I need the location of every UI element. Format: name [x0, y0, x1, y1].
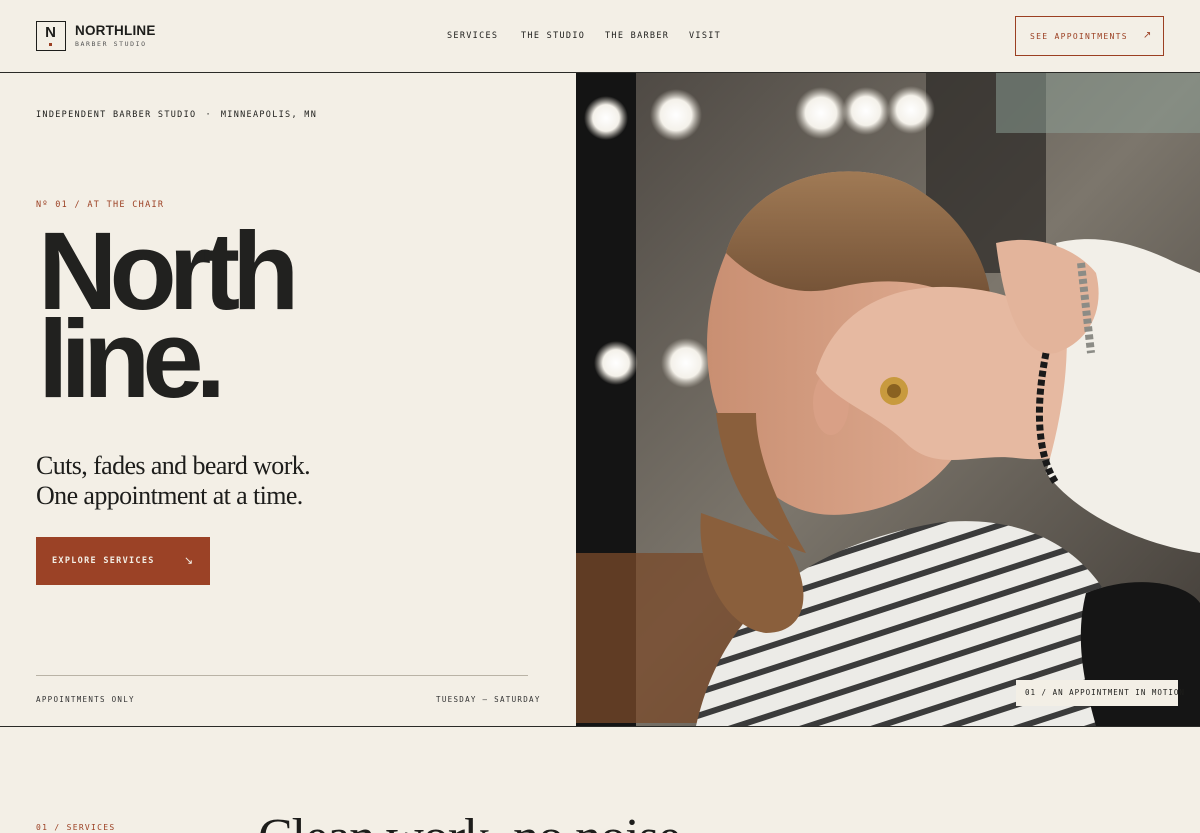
see-appointments-label: SEE APPOINTMENTS: [1030, 32, 1128, 41]
arrow-down-right-icon: ↘: [184, 555, 194, 567]
hero-photo: [576, 73, 1200, 726]
kicker-location: MINNEAPOLIS, MN: [220, 110, 318, 120]
appointments-only-note: APPOINTMENTS ONLY: [36, 695, 135, 704]
photo-caption-text: 01 / AN APPOINTMENT IN MOTION: [1025, 688, 1185, 697]
nav-link-services[interactable]: SERVICES: [447, 31, 498, 41]
hero-eyebrow: Nº 01 / AT THE CHAIR: [36, 200, 165, 210]
logo-icon[interactable]: N: [36, 21, 66, 51]
nav-link-the-barber[interactable]: THE BARBER: [605, 31, 669, 41]
site-header: N NORTHLINE BARBER STUDIO SERVICES THE S…: [0, 0, 1200, 73]
kicker-separator: ·: [205, 110, 212, 120]
opening-days-note: TUESDAY – SATURDAY: [436, 695, 541, 704]
hero-divider: [36, 675, 528, 676]
photo-caption: 01 / AN APPOINTMENT IN MOTION: [1016, 680, 1184, 706]
tagline-line-1: Cuts, fades and beard work.: [36, 451, 311, 480]
services-heading: Clean work, no noise.: [258, 812, 693, 833]
tagline-line-2: One appointment at a time.: [36, 481, 303, 510]
arrow-up-right-icon: ↗: [1143, 30, 1152, 41]
brand-subtitle: BARBER STUDIO: [75, 40, 147, 48]
hero-kicker: INDEPENDENT BARBER STUDIO · MINNEAPOLIS, M…: [36, 110, 317, 120]
logo-letter: N: [45, 24, 56, 41]
brand-name[interactable]: NORTHLINE: [75, 23, 156, 38]
hero-tagline: Cuts, fades and beard work. One appointm…: [36, 451, 311, 511]
see-appointments-button[interactable]: SEE APPOINTMENTS ↗: [1015, 16, 1164, 56]
kicker-studio: INDEPENDENT BARBER STUDIO: [36, 110, 197, 120]
nav-link-the-studio[interactable]: THE STUDIO: [521, 31, 585, 41]
explore-services-button[interactable]: EXPLORE SERVICES ↘: [36, 537, 210, 585]
logo-dot: [49, 43, 52, 46]
explore-services-label: EXPLORE SERVICES: [52, 556, 155, 566]
hero-headline: North line.: [38, 217, 299, 415]
section-divider: [0, 726, 1200, 727]
services-kicker: 01 / SERVICES: [36, 823, 116, 832]
nav-link-visit[interactable]: VISIT: [689, 31, 721, 41]
